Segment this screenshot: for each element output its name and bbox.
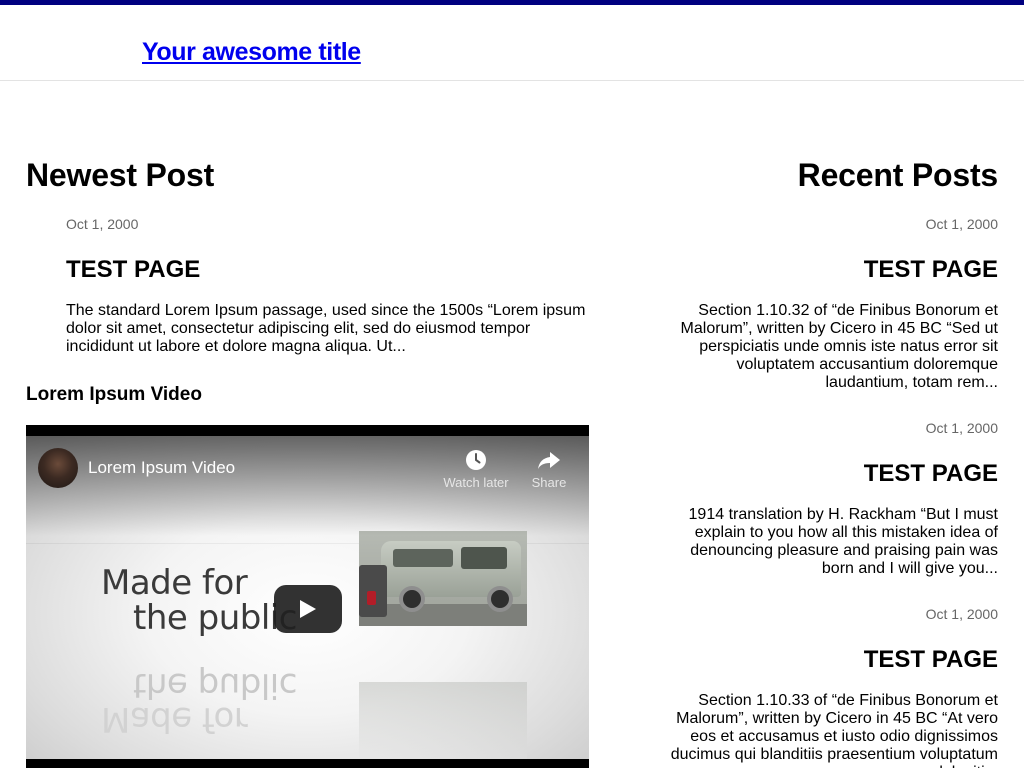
recent-posts-heading: Recent Posts: [797, 157, 999, 193]
post-title[interactable]: TEST PAGE: [668, 460, 998, 488]
van-reflection: [359, 682, 527, 759]
post-title[interactable]: TEST PAGE: [66, 256, 606, 284]
channel-avatar[interactable]: [38, 448, 78, 488]
post-date: Oct 1, 2000: [925, 606, 998, 622]
newest-post-section: Newest Post Oct 1, 2000 TEST PAGE The st…: [26, 155, 606, 768]
thumbnail-text-line2: the public: [133, 598, 297, 638]
newest-post[interactable]: Oct 1, 2000 TEST PAGE The standard Lorem…: [66, 215, 606, 356]
newest-post-heading: Newest Post: [26, 157, 215, 193]
site-header: Your awesome title: [0, 5, 1024, 81]
recent-post[interactable]: Oct 1, 2000 TEST PAGE Section 1.10.32 of…: [668, 215, 998, 392]
video-heading: Lorem Ipsum Video: [26, 384, 202, 405]
post-excerpt: Section 1.10.33 of “de Finibus Bonorum e…: [670, 692, 998, 768]
thumbnail-reflection-line1: Made for: [101, 699, 248, 739]
clock-icon: [466, 450, 486, 470]
post-excerpt: Section 1.10.32 of “de Finibus Bonorum e…: [680, 302, 998, 391]
post-title[interactable]: TEST PAGE: [668, 646, 998, 674]
recent-post[interactable]: Oct 1, 2000 TEST PAGE 1914 translation b…: [668, 419, 998, 578]
post-date: Oct 1, 2000: [925, 420, 998, 436]
share-icon: [538, 452, 560, 469]
video-player[interactable]: Made for the public the public Made for …: [26, 425, 589, 768]
van-image: [359, 531, 527, 626]
watch-later-button[interactable]: Watch later: [436, 448, 516, 491]
video-title[interactable]: Lorem Ipsum Video: [88, 458, 235, 478]
share-button[interactable]: Share: [526, 448, 572, 491]
play-icon: [300, 600, 316, 618]
watch-later-label: Watch later: [443, 475, 509, 490]
post-date: Oct 1, 2000: [925, 216, 998, 232]
post-date: Oct 1, 2000: [66, 216, 139, 232]
post-excerpt: 1914 translation by H. Rackham “But I mu…: [688, 506, 998, 577]
thumbnail-text-line1: Made for: [101, 563, 248, 603]
post-excerpt: The standard Lorem Ipsum passage, used s…: [66, 302, 586, 355]
play-button[interactable]: [274, 585, 342, 633]
post-title[interactable]: TEST PAGE: [668, 256, 998, 284]
recent-posts-section: Recent Posts Oct 1, 2000 TEST PAGE Secti…: [668, 155, 999, 768]
site-title-link[interactable]: Your awesome title: [142, 37, 361, 67]
thumbnail-reflection-line2: the public: [133, 665, 297, 705]
video-thumbnail[interactable]: Made for the public the public Made for …: [26, 436, 589, 759]
recent-post[interactable]: Oct 1, 2000 TEST PAGE Section 1.10.33 of…: [668, 605, 998, 768]
share-label: Share: [531, 475, 567, 490]
